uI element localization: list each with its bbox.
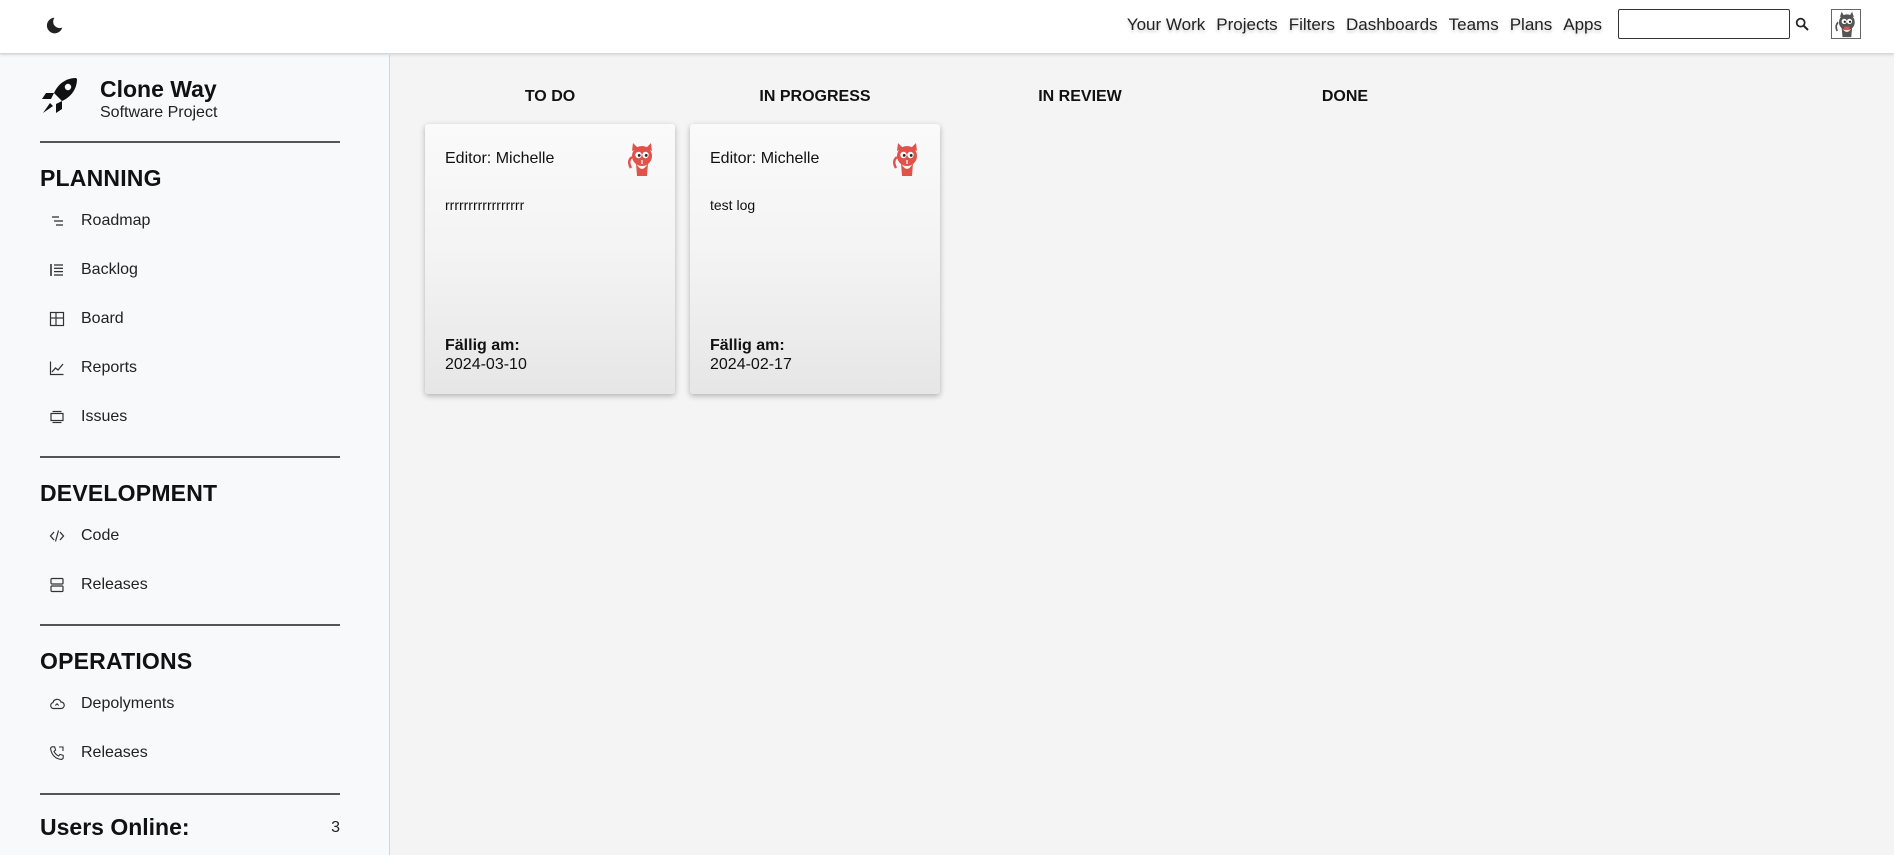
divider [40,141,340,143]
sidebar-item-label: Releases [81,744,148,761]
card-editor: Editor: Michelle [445,150,555,167]
reports-icon [48,359,66,377]
nav-filters[interactable]: Filters [1289,15,1335,35]
sidebar-item-board[interactable]: Board [48,304,124,334]
users-online-label: Users Online: [40,814,190,840]
user-avatar[interactable] [1831,9,1861,39]
main-nav: Your Work Projects Filters Dashboards Te… [1127,0,1602,50]
cat-avatar-icon [628,143,652,176]
card-due-date: 2024-02-17 [710,356,792,373]
sidebar: Clone Way Software Project PLANNING Road… [0,55,390,855]
sidebar-item-label: Backlog [81,261,138,278]
sidebar-item-releases[interactable]: Releases [48,570,148,600]
sidebar-item-label: Issues [81,408,128,425]
users-online-count: 3 [331,818,340,836]
column-header-in-review: IN REVIEW [1038,88,1122,105]
phone-icon [48,744,66,762]
search-input[interactable] [1618,9,1790,39]
sidebar-item-label: Releases [81,576,148,593]
card-editor: Editor: Michelle [710,150,820,167]
column-header-in-progress: IN PROGRESS [759,88,871,105]
card-description: rrrrrrrrrrrrrrrrr [445,197,525,213]
board-icon [48,310,66,328]
code-icon [48,527,66,545]
sidebar-item-label: Reports [81,359,138,376]
sidebar-item-depolyments[interactable]: Depolyments [48,689,174,719]
nav-dashboards[interactable]: Dashboards [1346,15,1438,35]
users-online: Users Online: 3 [40,814,340,841]
project-type: Software Project [100,104,218,121]
sidebar-item-issues[interactable]: Issues [48,402,127,432]
sidebar-item-label: Depolyments [81,695,175,712]
nav-plans[interactable]: Plans [1510,15,1553,35]
section-title-planning: PLANNING [40,165,162,191]
column-header-done: DONE [1321,88,1369,105]
cloud-upload-icon [48,695,66,713]
divider [40,624,340,626]
nav-projects[interactable]: Projects [1216,15,1277,35]
task-card[interactable]: Editor: Michelle rrrrrrrrrrrrrrrrr Fälli… [425,124,675,394]
nav-apps[interactable]: Apps [1563,15,1602,35]
column-header-todo: TO DO [524,88,576,105]
nav-your-work[interactable]: Your Work [1127,15,1205,35]
sidebar-item-label: Code [81,527,120,544]
moon-icon[interactable] [40,12,68,40]
section-title-development: DEVELOPMENT [40,480,218,506]
backlog-icon [48,261,66,279]
sidebar-item-label: Board [81,310,124,327]
divider [40,793,340,795]
project-name: Clone Way [100,76,217,102]
issues-icon [48,408,66,426]
sidebar-item-label: Roadmap [81,212,151,229]
card-due-label: Fällig am: [445,337,520,354]
releases-icon [48,576,66,594]
project-header[interactable]: Clone Way Software Project [40,75,217,123]
cat-avatar-icon [893,143,917,176]
sidebar-item-backlog[interactable]: Backlog [48,255,138,285]
sidebar-item-roadmap[interactable]: Roadmap [48,206,150,236]
sidebar-item-reports[interactable]: Reports [48,353,137,383]
section-title-operations: OPERATIONS [40,648,193,674]
task-card[interactable]: Editor: Michelle test log Fällig am: 202… [690,124,940,394]
card-description: test log [710,197,756,213]
roadmap-icon [48,212,66,230]
top-navigation-bar: Your Work Projects Filters Dashboards Te… [0,0,1894,54]
divider [40,456,340,458]
rocket-icon [42,78,77,113]
sidebar-item-releases-ops[interactable]: Releases [48,738,148,768]
nav-teams[interactable]: Teams [1449,15,1499,35]
search-icon[interactable] [1792,12,1812,36]
card-due-date: 2024-03-10 [445,356,527,373]
sidebar-item-code[interactable]: Code [48,521,119,551]
card-due-label: Fällig am: [710,337,785,354]
